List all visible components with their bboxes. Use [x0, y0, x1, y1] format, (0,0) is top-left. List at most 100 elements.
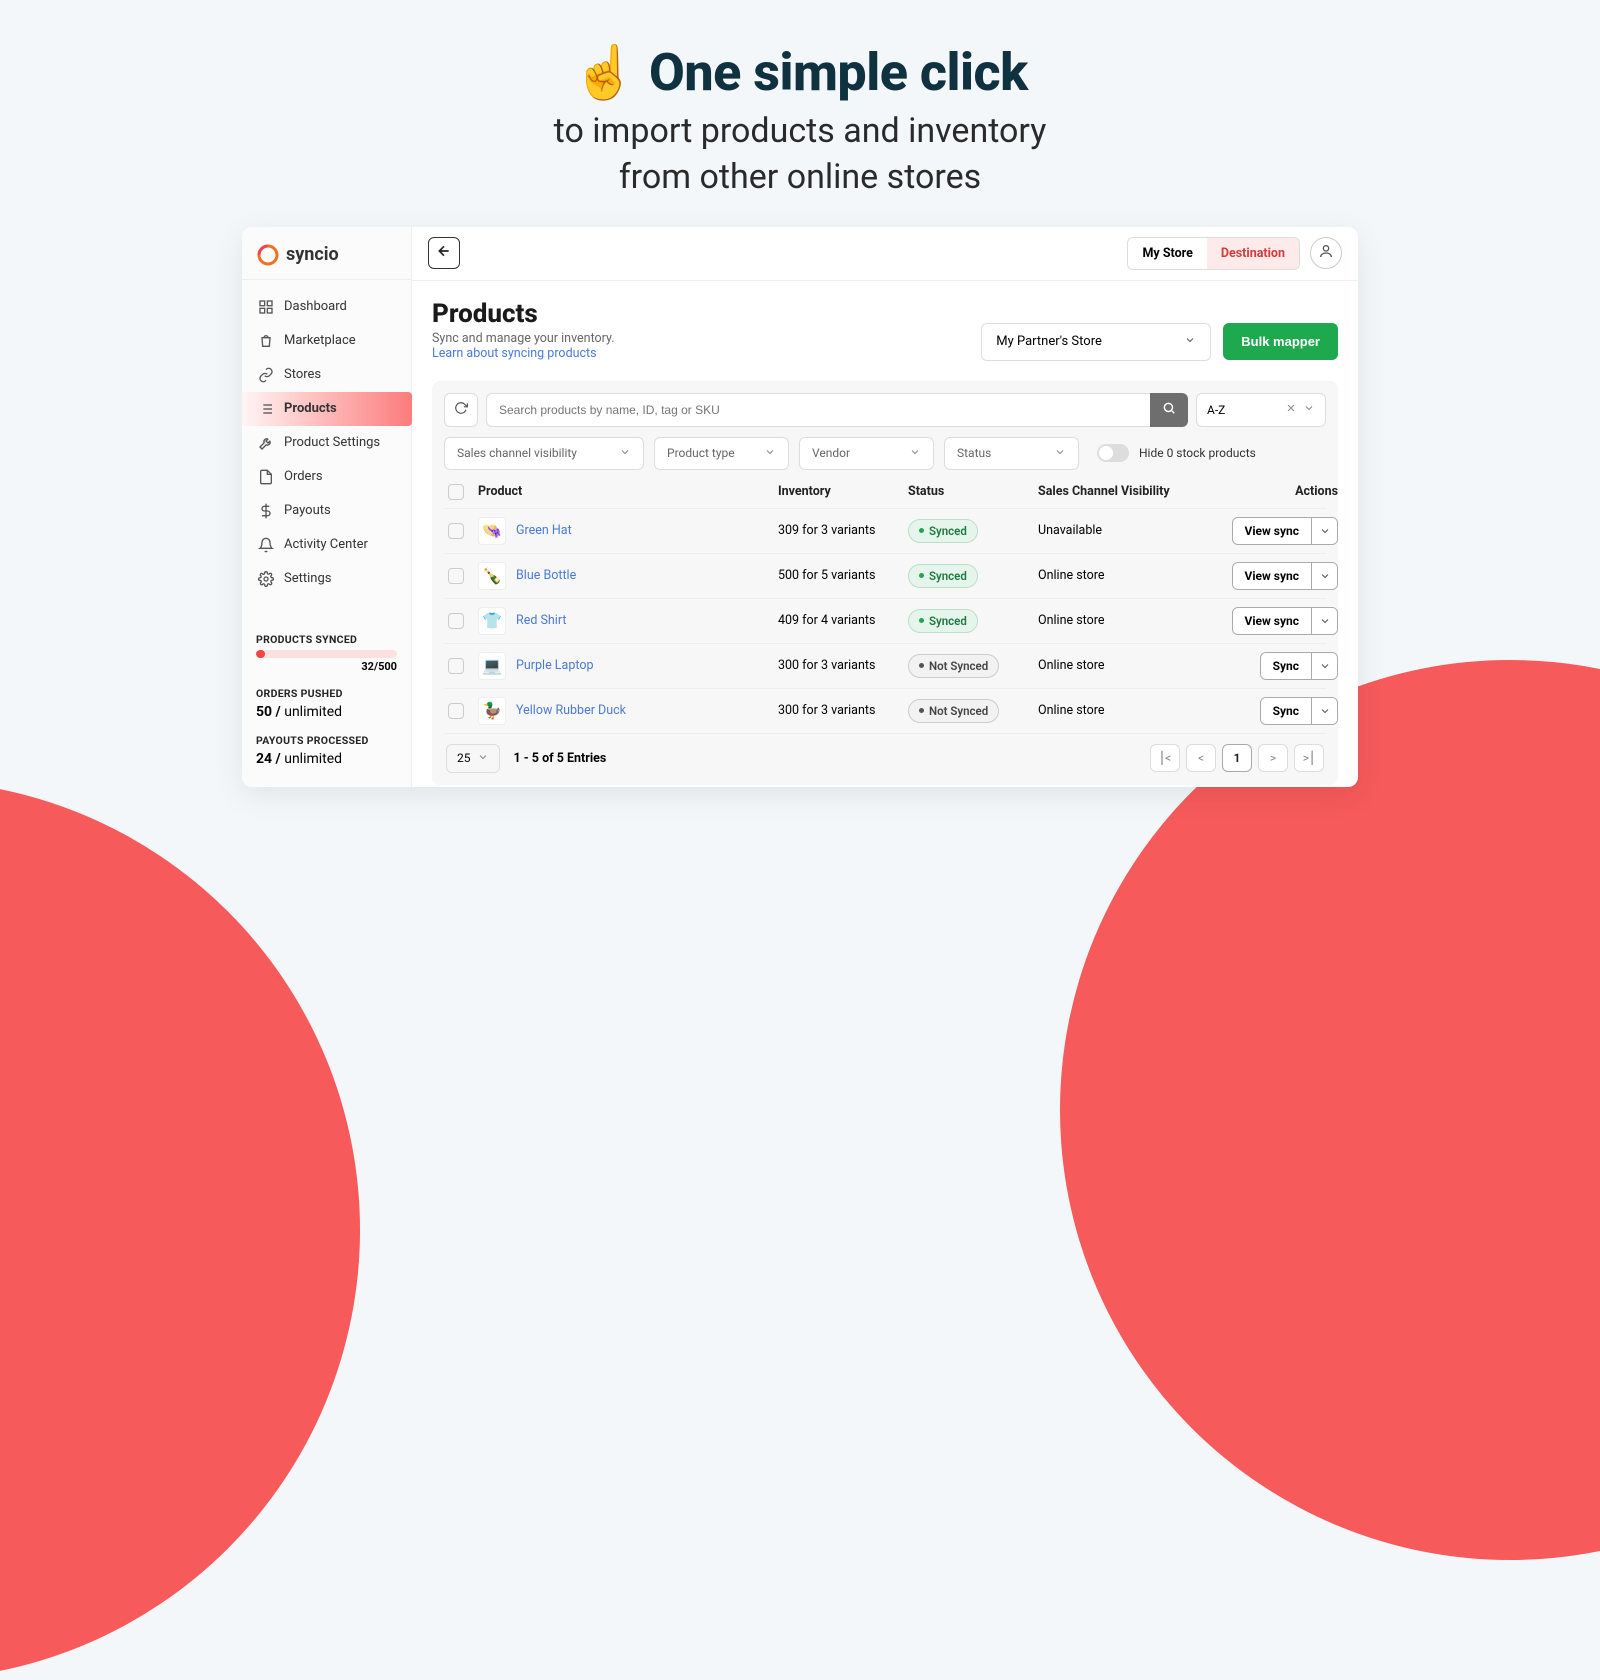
progress-fill	[256, 650, 265, 658]
sidebar: syncio Dashboard Marketplace Stores Prod…	[242, 227, 412, 787]
row-checkbox[interactable]	[448, 523, 464, 539]
brand-logo-icon	[256, 243, 280, 267]
search-input[interactable]	[486, 393, 1150, 427]
row-action-main[interactable]: View sync	[1233, 518, 1311, 544]
row-action-caret[interactable]	[1311, 563, 1337, 589]
refresh-button[interactable]	[444, 393, 478, 427]
brand-name: syncio	[286, 244, 339, 265]
partner-store-select[interactable]: My Partner's Store	[981, 323, 1211, 361]
sidebar-item-dashboard[interactable]: Dashboard	[242, 290, 411, 324]
row-action-caret[interactable]	[1311, 698, 1337, 724]
row-checkbox[interactable]	[448, 658, 464, 674]
table-header: Product Inventory Status Sales Channel V…	[444, 476, 1326, 508]
status-badge: Synced	[908, 564, 978, 588]
nav-label: Orders	[284, 469, 323, 484]
status-badge: Synced	[908, 519, 978, 543]
chevron-down-icon	[1054, 446, 1066, 461]
payouts-processed-value: 24 / unlimited	[256, 751, 397, 767]
filter-visibility[interactable]: Sales channel visibility	[444, 437, 644, 470]
sidebar-item-product-settings[interactable]: Product Settings	[242, 426, 411, 460]
tool-icon	[258, 435, 274, 451]
chevron-down-icon	[619, 446, 631, 461]
select-all-checkbox[interactable]	[448, 484, 464, 500]
entries-text: 1 - 5 of 5 Entries	[514, 751, 607, 766]
page-prev-button[interactable]: <	[1186, 744, 1216, 772]
page-first-button[interactable]: ⎮<	[1150, 744, 1180, 772]
pagesize-select[interactable]: 25	[446, 744, 500, 773]
dollar-icon	[258, 503, 274, 519]
page-title: Products	[432, 299, 615, 329]
row-checkbox[interactable]	[448, 613, 464, 629]
sidebar-item-marketplace[interactable]: Marketplace	[242, 324, 411, 358]
store-mode-toggle: My Store Destination	[1127, 237, 1300, 270]
product-link[interactable]: Green Hat	[516, 523, 572, 538]
page-last-button[interactable]: >⎮	[1294, 744, 1324, 772]
product-link[interactable]: Yellow Rubber Duck	[516, 703, 626, 718]
row-action-caret[interactable]	[1311, 608, 1337, 634]
products-table: Product Inventory Status Sales Channel V…	[444, 476, 1326, 733]
nav-label: Product Settings	[284, 435, 380, 450]
page-next-button[interactable]: >	[1258, 744, 1288, 772]
product-thumb: 👒	[478, 517, 506, 545]
hide-zero-stock-toggle[interactable]	[1097, 444, 1129, 462]
bulk-mapper-button[interactable]: Bulk mapper	[1223, 323, 1338, 360]
row-checkbox[interactable]	[448, 703, 464, 719]
mystore-button[interactable]: My Store	[1128, 238, 1206, 269]
dashboard-icon	[258, 299, 274, 315]
sidebar-item-activity-center[interactable]: Activity Center	[242, 528, 411, 562]
filter-vendor[interactable]: Vendor	[799, 437, 934, 470]
sidebar-item-products[interactable]: Products	[242, 392, 412, 426]
back-button[interactable]	[428, 237, 460, 269]
account-menu-button[interactable]	[1310, 237, 1342, 269]
row-action-main[interactable]: View sync	[1233, 563, 1311, 589]
product-thumb: 💻	[478, 652, 506, 680]
decorative-circle-left	[0, 780, 360, 1680]
product-link[interactable]: Blue Bottle	[516, 568, 576, 583]
row-action-caret[interactable]	[1311, 653, 1337, 679]
row-action-caret[interactable]	[1311, 518, 1337, 544]
page-subtitle: Sync and manage your inventory.	[432, 331, 615, 346]
orders-pushed-value: 50 / unlimited	[256, 704, 397, 720]
row-action-main[interactable]: Sync	[1261, 698, 1311, 724]
decorative-circle-right	[1060, 660, 1600, 1560]
inventory-cell: 409 for 4 variants	[778, 613, 908, 628]
sort-select[interactable]: A-Z	[1196, 393, 1326, 427]
learn-link[interactable]: Learn about syncing products	[432, 346, 615, 361]
main-panel: My Store Destination Products Sync and m…	[412, 227, 1358, 787]
file-icon	[258, 469, 274, 485]
row-checkbox[interactable]	[448, 568, 464, 584]
arrow-left-icon	[436, 243, 452, 263]
hide-zero-stock-label: Hide 0 stock products	[1139, 446, 1256, 460]
sidebar-item-stores[interactable]: Stores	[242, 358, 411, 392]
product-thumb: 🦆	[478, 697, 506, 725]
table-row: 🍾 Blue Bottle 500 for 5 variants Synced …	[444, 553, 1326, 598]
store-select-label: My Partner's Store	[996, 334, 1102, 349]
sidebar-item-settings[interactable]: Settings	[242, 562, 411, 596]
filter-product-type[interactable]: Product type	[654, 437, 789, 470]
col-visibility: Sales Channel Visibility	[1038, 484, 1198, 499]
refresh-icon	[454, 400, 468, 419]
bell-icon	[258, 537, 274, 553]
col-inventory: Inventory	[778, 484, 908, 499]
row-action-main[interactable]: Sync	[1261, 653, 1311, 679]
nav-label: Stores	[284, 367, 321, 382]
nav-label: Activity Center	[284, 537, 368, 552]
nav-label: Dashboard	[284, 299, 347, 314]
visibility-cell: Online store	[1038, 658, 1198, 673]
page-body: Products Sync and manage your inventory.…	[412, 281, 1358, 787]
sidebar-item-orders[interactable]: Orders	[242, 460, 411, 494]
visibility-cell: Online store	[1038, 568, 1198, 583]
table-footer: 25 1 - 5 of 5 Entries ⎮< < 1 > >⎮	[444, 733, 1326, 773]
product-link[interactable]: Red Shirt	[516, 613, 566, 628]
product-link[interactable]: Purple Laptop	[516, 658, 593, 673]
clear-sort-icon[interactable]	[1285, 402, 1297, 417]
destination-button[interactable]: Destination	[1207, 238, 1299, 269]
pointing-up-icon: ☝️	[572, 42, 636, 103]
search-button[interactable]	[1150, 393, 1188, 427]
sidebar-item-payouts[interactable]: Payouts	[242, 494, 411, 528]
row-action-main[interactable]: View sync	[1233, 608, 1311, 634]
status-badge: Not Synced	[908, 699, 999, 723]
filter-status[interactable]: Status	[944, 437, 1079, 470]
page-current[interactable]: 1	[1222, 744, 1252, 772]
search-icon	[1162, 401, 1176, 418]
